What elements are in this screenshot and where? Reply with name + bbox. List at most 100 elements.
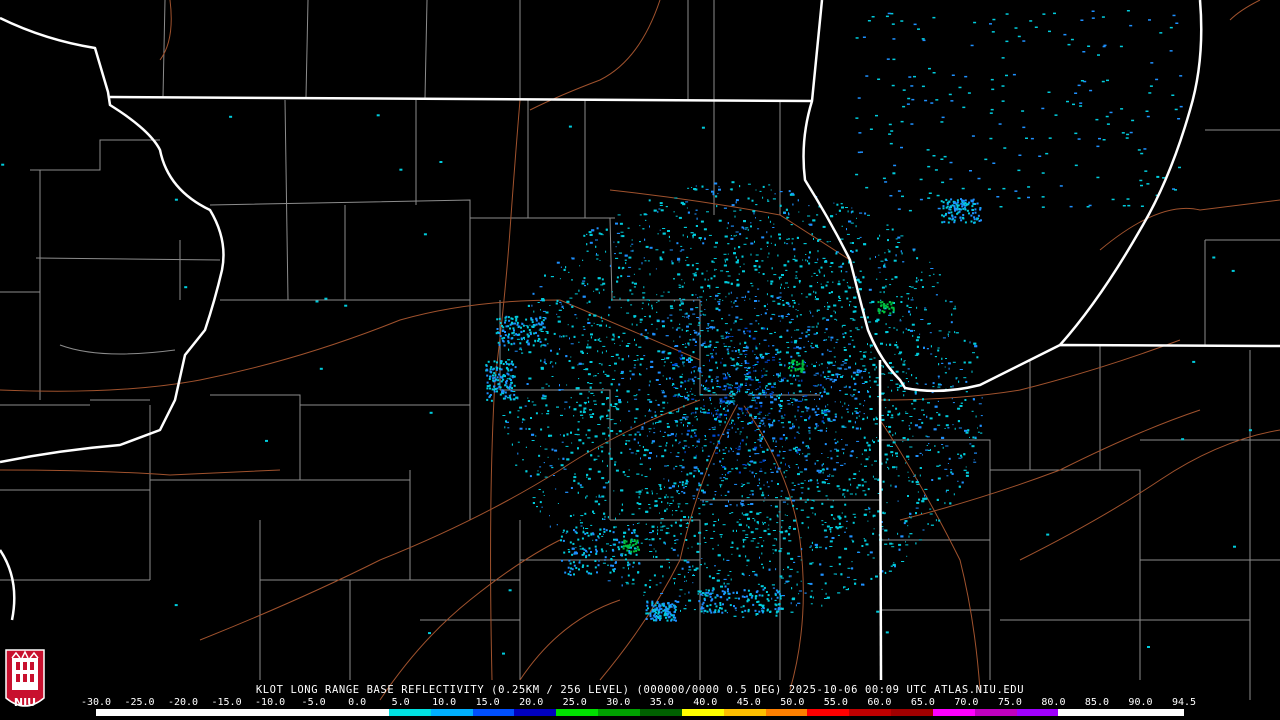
echo-pixel [678,216,682,219]
echo-pixel [772,421,774,424]
echo-pixel [695,294,697,296]
echo-pixel [845,444,848,446]
echo-pixel [820,363,823,365]
echo-pixel [760,355,761,358]
echo-pixel [737,428,739,430]
echo-pixel [965,474,969,477]
echo-pixel [729,504,732,506]
echo-pixel [661,390,663,392]
echo-pixel [663,395,667,398]
echo-pixel [685,526,688,528]
echo-pixel [582,295,586,298]
echo-pixel [828,292,831,294]
echo-pixel [766,231,768,234]
echo-pixel [613,406,616,407]
echo-pixel [550,349,552,352]
echo-pixel [846,233,850,235]
echo-pixel [783,471,785,474]
echo-pixel [706,484,709,486]
echo-pixel [662,232,666,235]
echo-pixel [642,292,646,294]
echo-pixel [752,367,754,369]
echo-pixel [750,413,752,415]
echo-pixel [588,400,590,403]
echo-pixel [814,298,816,300]
echo-pixel [682,301,684,303]
echo-pixel [704,562,706,565]
echo-pixel [770,395,772,397]
echo-pixel [630,304,633,306]
echo-pixel [541,299,545,302]
echo-pixel [660,593,664,594]
echo-pixel [667,230,670,232]
echo-pixel [638,508,641,510]
echo-pixel [726,258,729,261]
echo-pixel [659,229,661,231]
echo-pixel [776,522,779,524]
echo-pixel [740,383,743,386]
echo-pixel [944,502,946,505]
echo-pixel [906,293,910,295]
echo-pixel [694,416,696,418]
echo-pixel [542,310,546,312]
echo-pixel [750,242,754,245]
echo-pixel [532,292,535,295]
echo-pixel [853,389,857,391]
echo-pixel [874,460,877,462]
echo-pixel [661,391,665,394]
echo-pixel [743,263,745,265]
echo-pixel [596,258,599,260]
echo-pixel [780,315,784,318]
echo-pixel [754,446,758,449]
echo-pixel [969,436,970,438]
echo-pixel [929,513,933,515]
echo-pixel [933,273,935,275]
echo-pixel [898,543,902,546]
echo-pixel [697,297,699,299]
echo-pixel [735,201,737,204]
echo-pixel [764,361,768,363]
echo-pixel [570,397,572,399]
echo-pixel [607,427,609,429]
echo-pixel [767,256,769,258]
echo-pixel [872,532,875,535]
echo-pixel [826,596,830,599]
echo-pixel [838,300,842,302]
echo-pixel [701,384,703,387]
echo-pixel [638,493,641,495]
echo-pixel [790,575,792,578]
echo-pixel [842,324,846,326]
echo-pixel [741,363,743,364]
echo-pixel [537,302,540,303]
echo-pixel [869,447,871,449]
echo-pixel [697,324,700,326]
echo-pixel [766,388,770,390]
echo-pixel [656,328,658,330]
echo-pixel [899,412,901,415]
echo-pixel [615,433,618,435]
echo-pixel [782,426,785,428]
echo-pixel [931,286,935,288]
echo-pixel [798,426,800,429]
echo-pixel [693,188,697,190]
echo-pixel [666,442,668,444]
echo-pixel [777,376,779,378]
echo-pixel [746,565,748,567]
echo-pixel [587,340,589,342]
echo-pixel [881,373,885,375]
echo-pixel [796,352,800,355]
echo-pixel [885,407,887,409]
echo-pixel [805,362,806,364]
echo-pixel [807,326,811,328]
echo-pixel [626,476,630,478]
echo-pixel [827,457,829,458]
echo-pixel [725,474,726,476]
echo-pixel [948,335,949,337]
echo-pixel [864,436,866,439]
echo-pixel [818,472,822,474]
echo-pixel [784,241,786,244]
echo-pixel [841,206,844,209]
echo-pixel [723,207,727,209]
echo-pixel [658,384,661,385]
echo-pixel [772,359,776,361]
